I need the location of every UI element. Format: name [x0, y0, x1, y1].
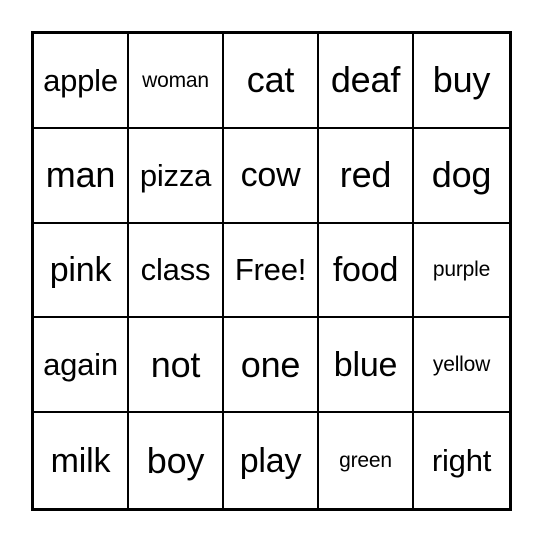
bingo-cell[interactable]: red [319, 128, 414, 224]
bingo-card: apple woman cat deaf buy man pizza cow r… [31, 31, 512, 511]
bingo-cell-label: dog [431, 154, 492, 196]
bingo-cell-label: woman [142, 68, 209, 92]
bingo-cell-label: apple [43, 62, 118, 98]
bingo-cell[interactable]: apple [34, 34, 129, 129]
bingo-cell[interactable]: boy [129, 413, 224, 508]
bingo-cell-label: red [339, 154, 392, 196]
bingo-cell-label: not [150, 343, 201, 385]
bingo-cell-label: play [239, 441, 302, 480]
bingo-cell[interactable]: play [224, 413, 319, 508]
bingo-cell[interactable]: purple [414, 223, 509, 319]
bingo-cell-label: pizza [139, 157, 212, 193]
bingo-cell-label: yellow [432, 353, 491, 377]
bingo-cell[interactable]: yellow [414, 318, 509, 414]
bingo-grid: apple woman cat deaf buy man pizza cow r… [34, 34, 509, 508]
bingo-cell-label: class [140, 252, 211, 288]
bingo-cell[interactable]: cat [224, 34, 319, 129]
bingo-cell-label: cat [246, 59, 295, 101]
bingo-cell-label: pink [49, 250, 112, 289]
bingo-cell[interactable]: woman [129, 34, 224, 129]
bingo-cell-label: milk [50, 441, 111, 480]
bingo-cell[interactable]: milk [34, 413, 129, 508]
bingo-cell[interactable]: right [414, 413, 509, 508]
bingo-free-space-label: Free! [234, 252, 307, 288]
bingo-cell-label: deaf [330, 59, 401, 101]
bingo-cell-label: purple [432, 258, 491, 282]
bingo-cell[interactable]: dog [414, 128, 509, 224]
bingo-cell[interactable]: green [319, 413, 414, 508]
bingo-cell-label: boy [146, 439, 205, 481]
bingo-cell-label: right [431, 443, 492, 479]
bingo-cell-label: one [240, 343, 301, 385]
bingo-cell-label: cow [240, 156, 301, 195]
bingo-cell[interactable]: pink [34, 223, 129, 319]
bingo-free-space[interactable]: Free! [224, 223, 319, 319]
bingo-cell-label: green [339, 449, 392, 473]
bingo-cell[interactable]: blue [319, 318, 414, 414]
bingo-cell[interactable]: again [34, 318, 129, 414]
bingo-cell-label: food [332, 250, 399, 289]
bingo-cell-label: man [45, 154, 116, 196]
bingo-cell-label: blue [333, 345, 398, 384]
bingo-cell-label: buy [432, 59, 491, 101]
bingo-cell[interactable]: pizza [129, 128, 224, 224]
bingo-cell[interactable]: food [319, 223, 414, 319]
bingo-cell-label: again [43, 347, 118, 383]
bingo-cell[interactable]: not [129, 318, 224, 414]
bingo-cell[interactable]: deaf [319, 34, 414, 129]
bingo-cell[interactable]: one [224, 318, 319, 414]
bingo-cell[interactable]: class [129, 223, 224, 319]
bingo-cell[interactable]: cow [224, 128, 319, 224]
bingo-cell[interactable]: man [34, 128, 129, 224]
bingo-cell[interactable]: buy [414, 34, 509, 129]
